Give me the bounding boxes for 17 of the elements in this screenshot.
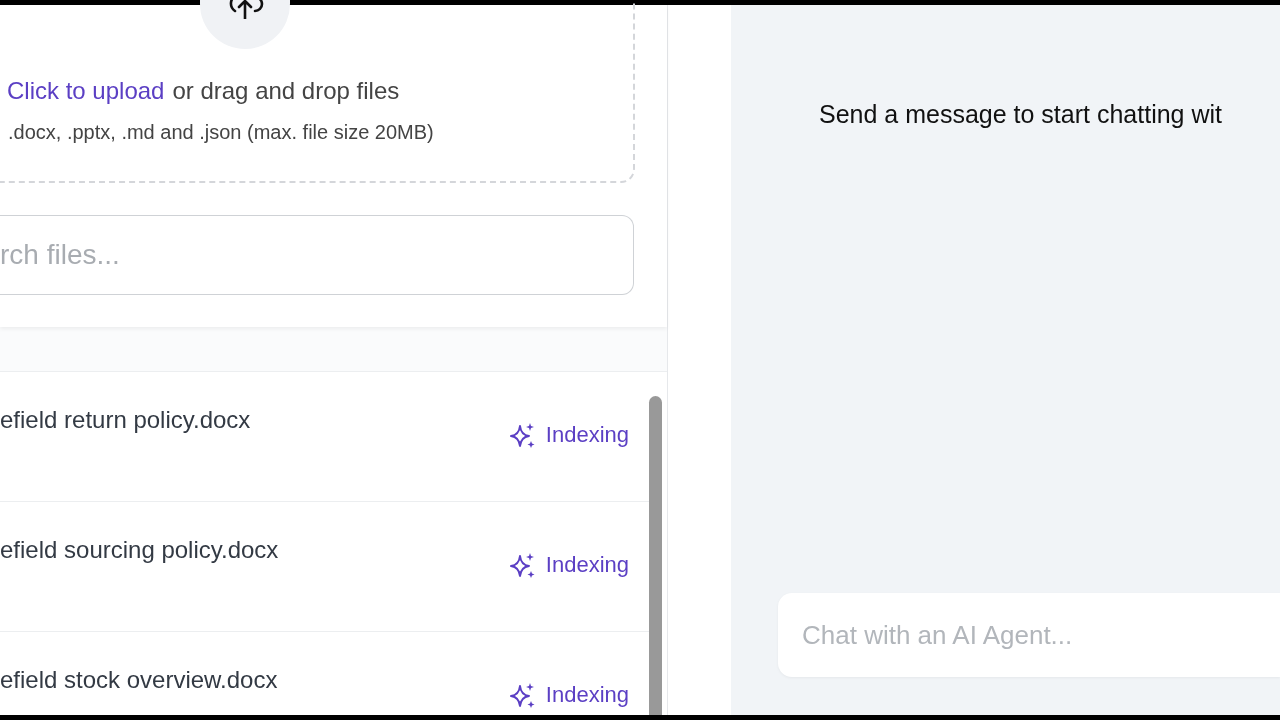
upload-dropzone[interactable]: Click to upload or drag and drop files .docx, .pptx, .md and .json (max. file size 20MB) — [0, 0, 635, 183]
status-label: Indexing — [545, 422, 629, 448]
drag-drop-text: or drag and drop files — [172, 77, 400, 105]
sparkle-icon — [509, 682, 536, 708]
file-name: efield return policy.docx — [0, 406, 251, 434]
scrollbar-thumb[interactable] — [649, 396, 662, 715]
sparkle-icon — [509, 552, 536, 578]
file-name: efield stock overview.docx — [0, 666, 278, 694]
search-field[interactable]: rch files... — [0, 215, 634, 295]
file-name: efield sourcing policy.docx — [0, 536, 279, 564]
status-label: Indexing — [545, 552, 629, 578]
status-label: Indexing — [545, 682, 629, 708]
chat-input[interactable]: Chat with an AI Agent... — [778, 593, 1280, 677]
sparkle-icon — [509, 422, 536, 448]
file-formats-text: .docx, .pptx, .md and .json (max. file size 20MB) — [8, 121, 435, 144]
empty-chat-message: Send a message to start chatting wit — [819, 100, 1223, 129]
click-to-upload-link[interactable]: Click to upload — [7, 77, 165, 105]
